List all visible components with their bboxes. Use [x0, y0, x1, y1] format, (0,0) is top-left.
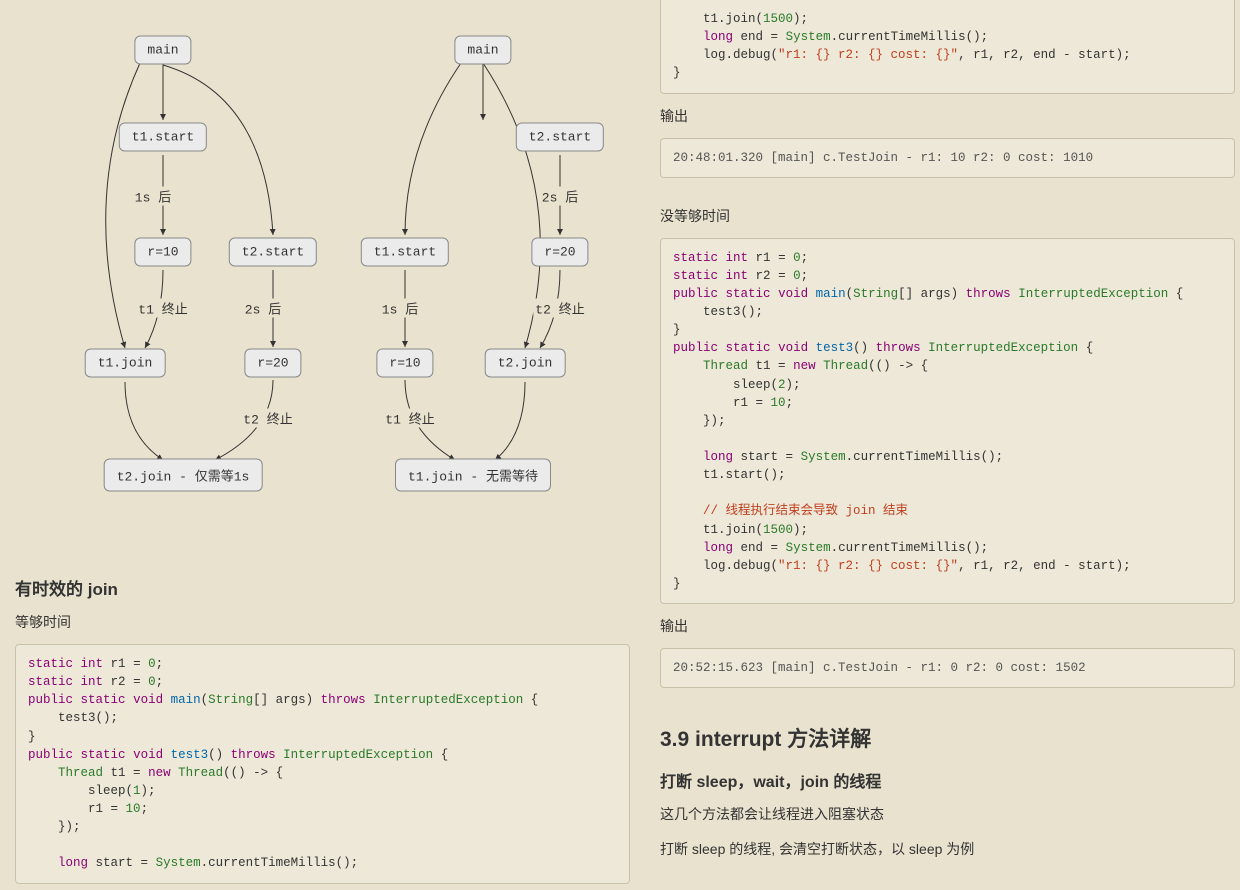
code-block-enough-time: static int r1 = 0; static int r2 = 0; pu… — [15, 644, 630, 884]
paragraph-1: 这几个方法都会让线程进入阻塞状态 — [660, 802, 1235, 827]
left-column: main t1.start r=10 t2.start r=20 t1.join… — [0, 0, 640, 890]
right-column: t1.join(1500); long end = System.current… — [640, 0, 1240, 890]
label-not-enough-time: 没等够时间 — [660, 206, 1235, 226]
node-r10-right: r=10 — [376, 349, 433, 378]
node-r20-right: r=20 — [531, 238, 588, 267]
label-1s-right: 1s 后 — [380, 299, 420, 318]
label-enough-time: 等够时间 — [15, 612, 630, 632]
label-2s-left: 2s 后 — [243, 299, 283, 318]
label-output-1: 输出 — [660, 106, 1235, 126]
output-block-2: 20:52:15.623 [main] c.TestJoin - r1: 0 r… — [660, 648, 1235, 688]
heading-timed-join: 有时效的 join — [15, 575, 630, 600]
paragraph-2: 打断 sleep 的线程, 会清空打断状态，以 sleep 为例 — [660, 837, 1235, 862]
label-t1end-left: t1 终止 — [136, 299, 189, 318]
node-t1start-left: t1.start — [119, 123, 207, 152]
node-r10-left: r=10 — [134, 238, 191, 267]
code-block-fragment-top: t1.join(1500); long end = System.current… — [660, 0, 1235, 94]
node-main-left: main — [134, 36, 191, 65]
node-t1join-right: t1.join - 无需等待 — [395, 459, 551, 492]
diagram-edges — [15, 15, 635, 535]
node-t2join-left: t2.join - 仅需等1s — [104, 459, 263, 492]
label-2s-right: 2s 后 — [540, 187, 580, 206]
label-t2end-right: t2 终止 — [533, 299, 586, 318]
node-t1join-left: t1.join — [85, 349, 166, 378]
heading-break-threads: 打断 sleep，wait，join 的线程 — [660, 768, 1235, 792]
code-block-not-enough: static int r1 = 0; static int r2 = 0; pu… — [660, 238, 1235, 604]
flowchart-diagram: main t1.start r=10 t2.start r=20 t1.join… — [15, 15, 635, 535]
node-t2start-left: t2.start — [229, 238, 317, 267]
label-1s-left: 1s 后 — [133, 187, 173, 206]
node-r20-left: r=20 — [244, 349, 301, 378]
node-main-right: main — [454, 36, 511, 65]
heading-39-interrupt: 3.9 interrupt 方法详解 — [660, 723, 1235, 753]
node-t1start-right: t1.start — [361, 238, 449, 267]
node-t2start-right: t2.start — [516, 123, 604, 152]
output-block-1: 20:48:01.320 [main] c.TestJoin - r1: 10 … — [660, 138, 1235, 178]
label-t1end-right: t1 终止 — [383, 409, 436, 428]
label-output-2: 输出 — [660, 616, 1235, 636]
node-t2join-right: t2.join — [485, 349, 566, 378]
label-t2end-left: t2 终止 — [241, 409, 294, 428]
document-page: main t1.start r=10 t2.start r=20 t1.join… — [0, 0, 1240, 890]
